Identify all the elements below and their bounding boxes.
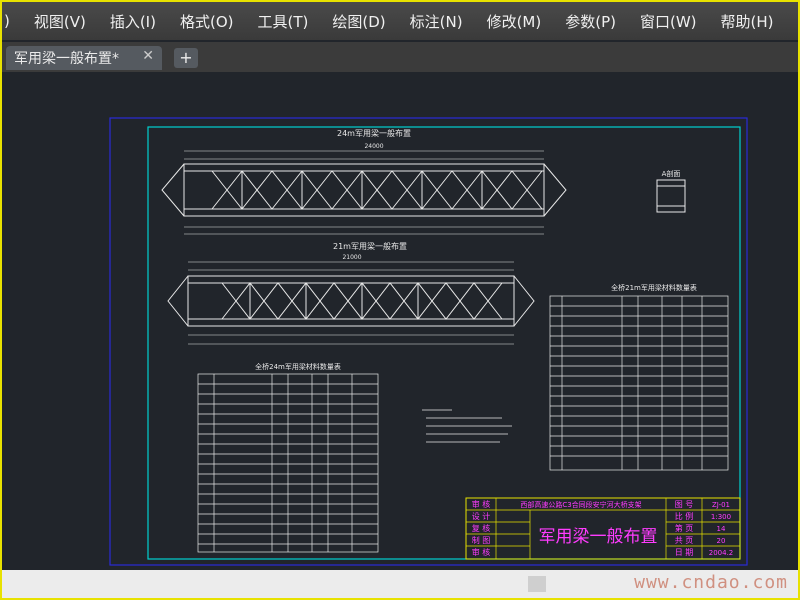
menu-item-dimension[interactable]: 标注(N) <box>398 11 475 32</box>
menu-item-window[interactable]: 窗口(W) <box>628 11 709 32</box>
tb-label-3: 制 图 <box>472 535 491 545</box>
drawing-svg: 24m军用梁一般布置 24000 A剖面 21m军用梁一般布置 21000 全桥… <box>109 117 748 566</box>
menu-item-draw[interactable]: 绘图(D) <box>320 11 397 32</box>
document-tab[interactable]: 军用梁一般布置* ✕ <box>6 46 162 70</box>
material-table-24m <box>197 373 379 553</box>
material-table-21m <box>549 295 729 471</box>
tb-right-value-2: 14 <box>717 525 726 533</box>
document-tab-label: 军用梁一般布置* <box>14 51 119 67</box>
menu-item-help[interactable]: 帮助(H) <box>709 11 786 32</box>
menu-item-tools[interactable]: 工具(T) <box>245 11 320 32</box>
tb-right-label-4: 日 期 <box>675 548 694 557</box>
close-icon[interactable]: ✕ <box>142 48 154 64</box>
menu-item-modify[interactable]: 修改(M) <box>475 11 554 32</box>
menu-item-partial[interactable]: ) <box>2 12 22 30</box>
menu-item-view[interactable]: 视图(V) <box>22 11 98 32</box>
document-tab-bar: 军用梁一般布置* ✕ + <box>2 42 798 72</box>
title-21m: 21m军用梁一般布置 <box>333 241 407 251</box>
tb-label-0: 审 核 <box>472 499 491 509</box>
tb-drawing-title: 军用梁一般布置 <box>539 527 658 547</box>
tb-project: 西部高速公路C3合同段安宁河大桥支架 <box>520 500 641 509</box>
dim-24m: 24000 <box>364 143 383 150</box>
tb-right-value-0: ZJ-01 <box>712 501 730 509</box>
drawing-canvas[interactable]: 24m军用梁一般布置 24000 A剖面 21m军用梁一般布置 21000 全桥… <box>2 72 798 570</box>
tb-label-4: 审 核 <box>472 547 491 557</box>
dim-21m: 21000 <box>342 254 361 261</box>
watermark-text: www.cndao.com <box>634 572 788 593</box>
tb-right-value-4: 2004.2 <box>709 549 734 557</box>
tb-right-label-0: 图 号 <box>675 500 694 509</box>
status-bar: www.cndao.com <box>2 570 798 598</box>
table-21m-title: 全桥21m军用梁材料数量表 <box>611 283 697 292</box>
tb-right-value-3: 20 <box>717 537 726 545</box>
table-24m-title: 全桥24m军用梁材料数量表 <box>255 362 341 371</box>
notes-block <box>422 409 512 443</box>
title-24m: 24m军用梁一般布置 <box>337 128 411 138</box>
status-grip[interactable] <box>528 576 546 592</box>
menu-item-format[interactable]: 格式(O) <box>168 11 246 32</box>
section-a <box>656 179 686 213</box>
new-tab-button[interactable]: + <box>174 48 198 68</box>
tb-label-2: 复 核 <box>472 523 491 533</box>
tb-right-label-3: 共 页 <box>675 536 694 545</box>
truss-21m <box>167 275 535 327</box>
truss-24m <box>161 163 567 217</box>
section-a-label: A剖面 <box>662 169 681 178</box>
menu-bar: ) 视图(V) 插入(I) 格式(O) 工具(T) 绘图(D) 标注(N) 修改… <box>2 2 798 40</box>
tb-right-label-1: 比 例 <box>675 511 694 521</box>
app-window: ) 视图(V) 插入(I) 格式(O) 工具(T) 绘图(D) 标注(N) 修改… <box>0 0 800 600</box>
tb-label-1: 设 计 <box>472 511 491 521</box>
tb-right-value-1: 1:300 <box>711 513 731 521</box>
menu-item-insert[interactable]: 插入(I) <box>98 11 168 32</box>
tb-right-label-2: 第 页 <box>675 523 694 533</box>
menu-item-parameter[interactable]: 参数(P) <box>553 11 628 32</box>
